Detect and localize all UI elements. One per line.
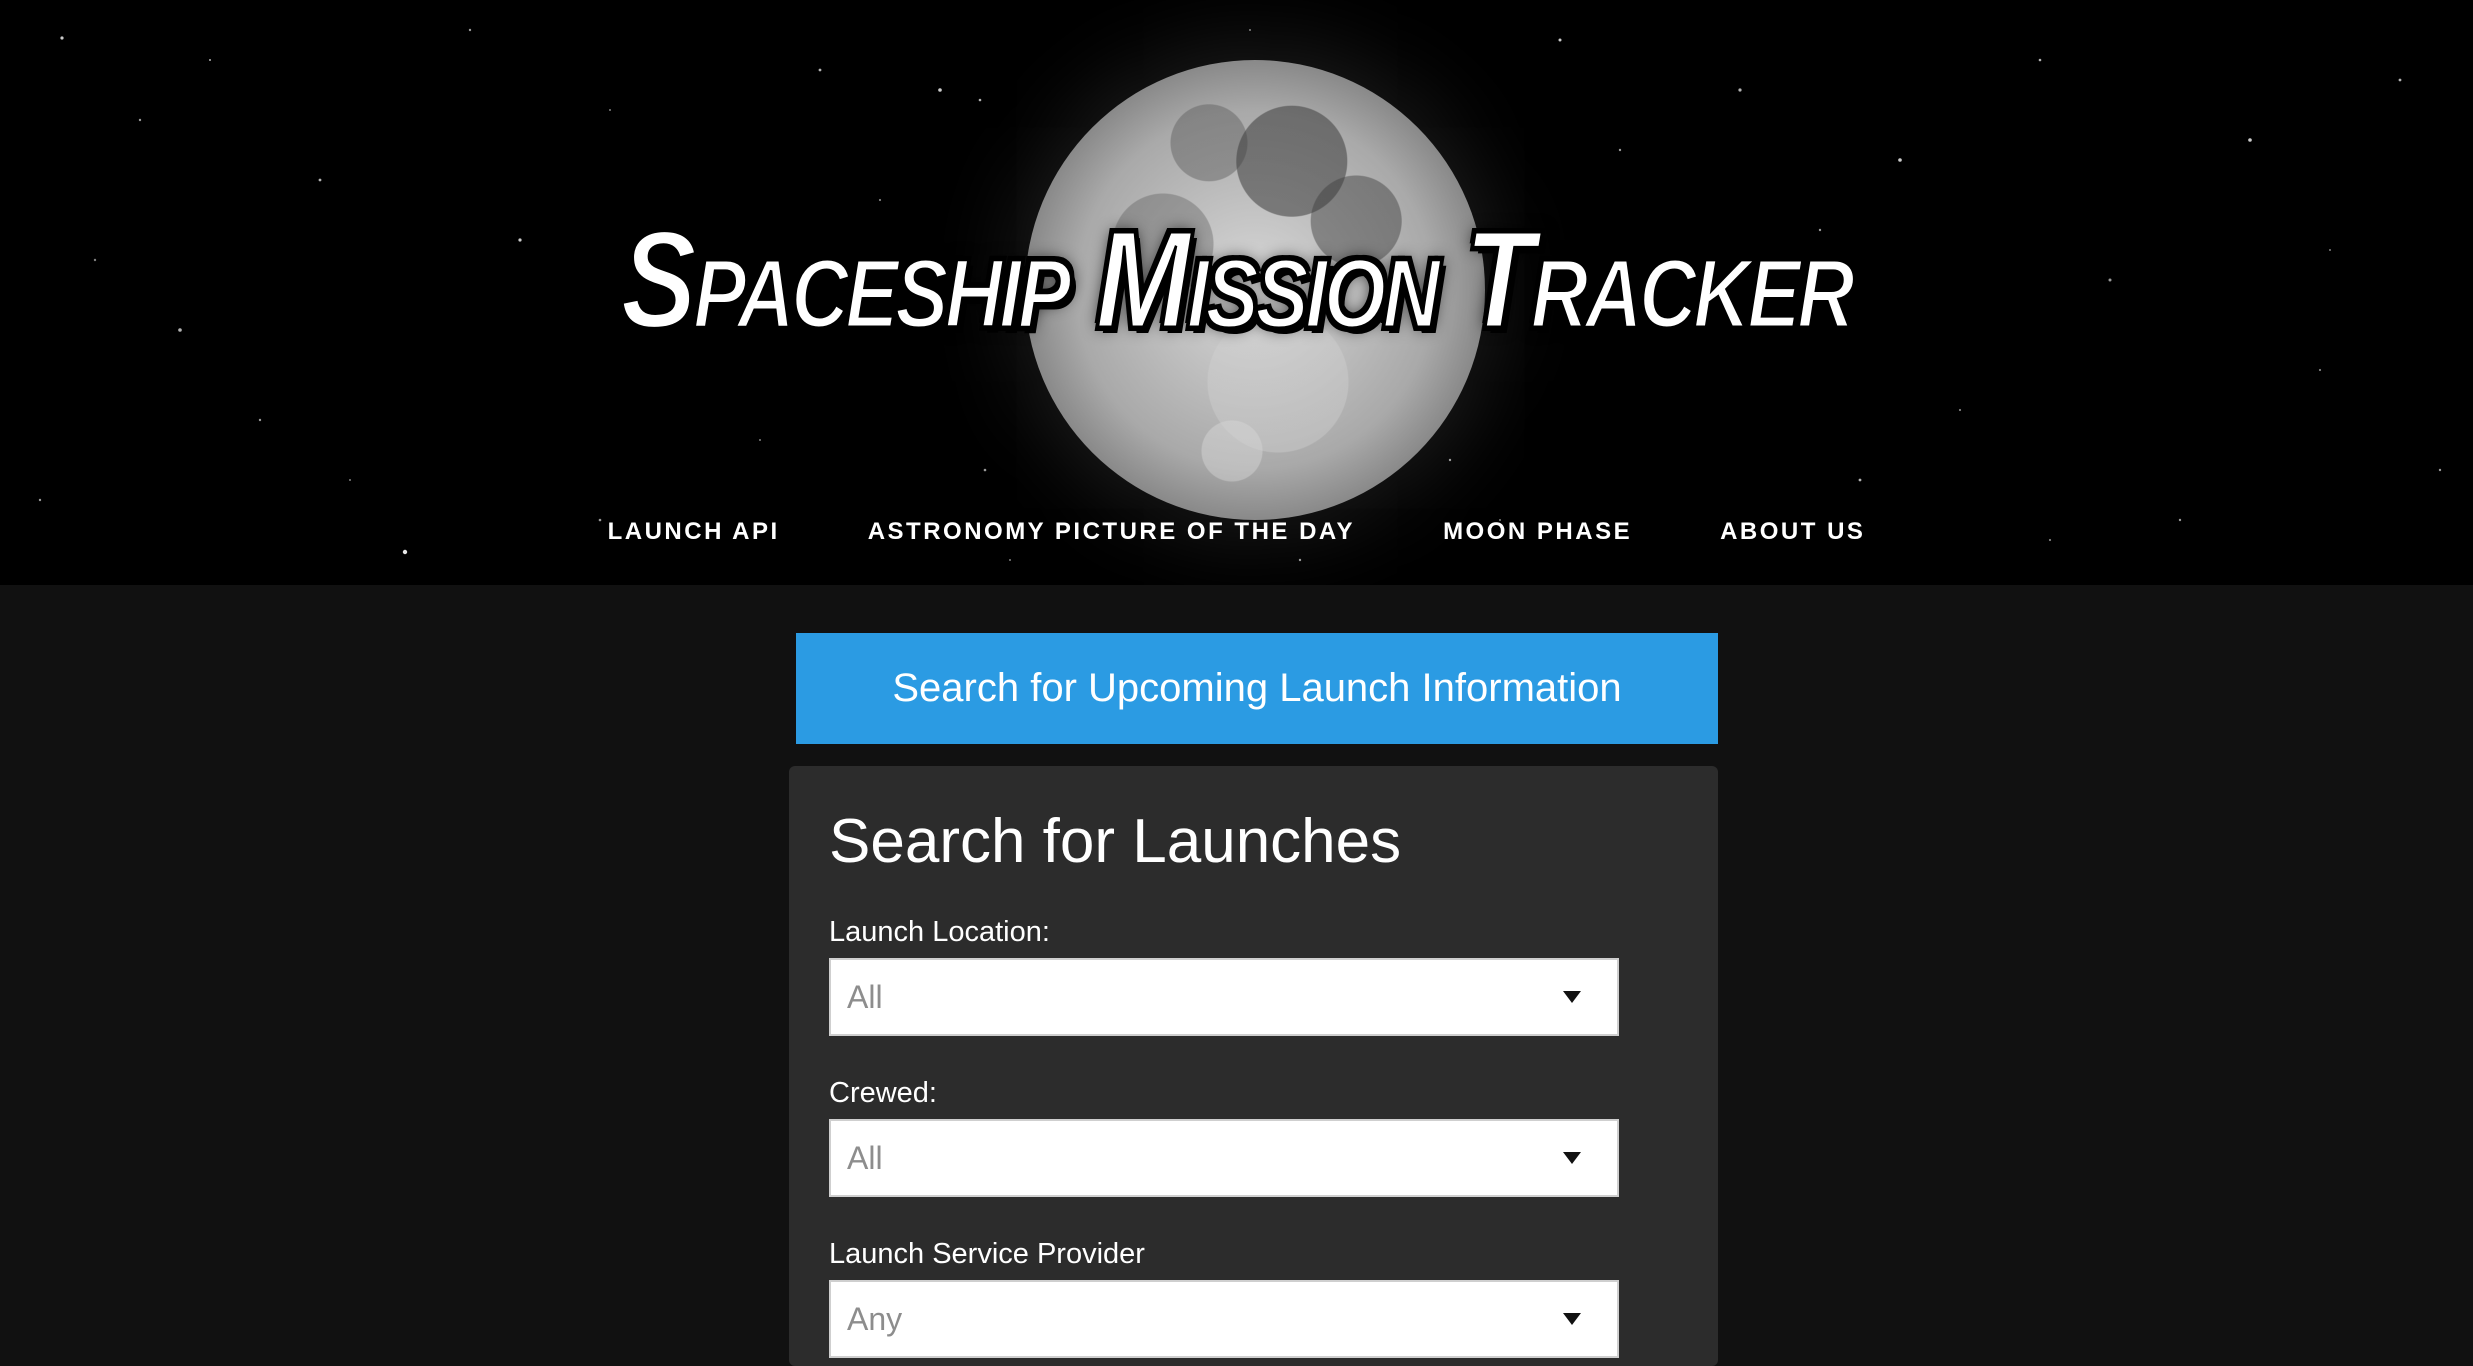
chevron-down-icon [1563,1313,1581,1325]
launch-location-value: All [847,978,883,1015]
launch-service-provider-value: Any [847,1300,903,1337]
launch-location-select[interactable]: All [829,958,1619,1036]
crewed-select[interactable]: All [829,1119,1619,1197]
launch-service-provider-select[interactable]: Any [829,1280,1619,1358]
search-panel: Search for Launches Launch Location: All… [789,766,1718,1366]
chevron-down-icon [1563,1152,1581,1164]
nav-item-about-us[interactable]: ABOUT US [1720,518,1865,546]
crewed-label: Crewed: [829,1077,937,1109]
panel-title: Search for Launches [829,807,1402,876]
nav-item-launch-api[interactable]: LAUNCH API [608,518,780,546]
crewed-value: All [847,1139,883,1176]
search-launch-info-banner[interactable]: Search for Upcoming Launch Information [796,633,1718,744]
site-logo[interactable]: Spaceship Mission Tracker [0,190,2473,370]
hero-header: Spaceship Mission Tracker LAUNCH API AST… [0,0,2473,585]
launch-service-provider-label: Launch Service Provider [829,1238,1145,1270]
main-nav: LAUNCH API ASTRONOMY PICTURE OF THE DAY … [0,518,2473,546]
nav-item-astronomy-picture[interactable]: ASTRONOMY PICTURE OF THE DAY [868,518,1355,546]
logo-text: Spaceship Mission Tracker [620,202,1856,359]
nav-item-moon-phase[interactable]: MOON PHASE [1443,518,1632,546]
chevron-down-icon [1563,991,1581,1003]
launch-location-label: Launch Location: [829,916,1050,948]
